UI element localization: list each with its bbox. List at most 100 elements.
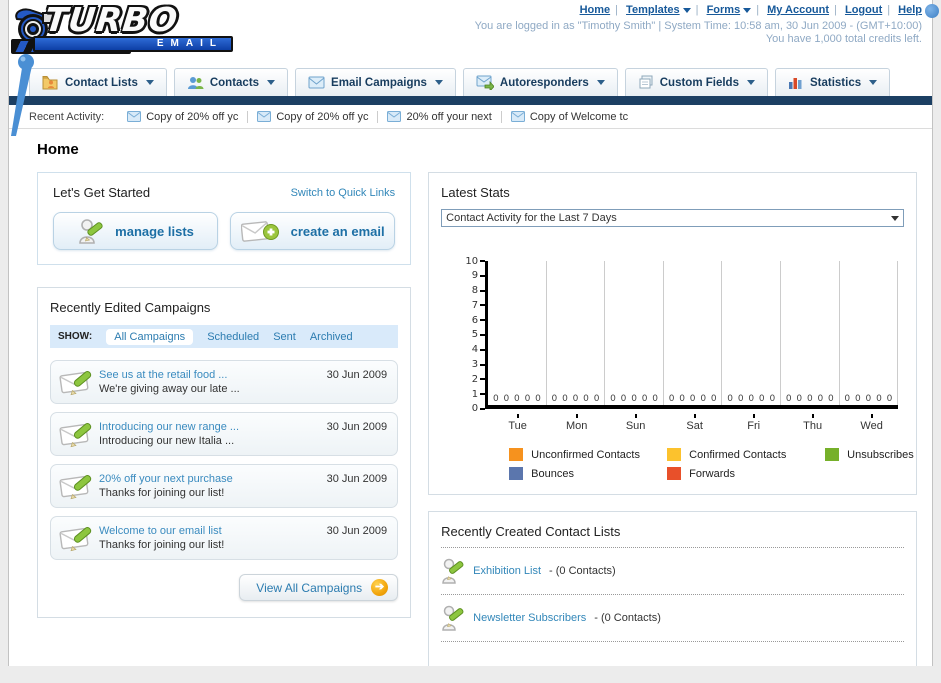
data-value-label: 0 bbox=[769, 394, 776, 404]
logo-subtitle: EMAIL bbox=[33, 36, 233, 52]
nav-link-home[interactable]: Home bbox=[580, 4, 611, 16]
legend-item: Forwards bbox=[667, 467, 825, 480]
activity-item[interactable]: Copy of 20% off yc bbox=[118, 110, 249, 123]
dotted-divider bbox=[441, 594, 904, 595]
nav-link-forms[interactable]: Forms bbox=[707, 4, 741, 16]
data-value-label: 0 bbox=[610, 394, 616, 404]
tab-email-campaigns[interactable]: Email Campaigns bbox=[295, 68, 456, 96]
activity-item[interactable]: Copy of 20% off yc bbox=[248, 110, 379, 123]
campaign-title-link[interactable]: Welcome to our email list bbox=[99, 524, 327, 538]
person-pencil-icon bbox=[441, 557, 465, 585]
nav-link-logout[interactable]: Logout bbox=[845, 4, 882, 16]
filter-scheduled[interactable]: Scheduled bbox=[207, 331, 259, 343]
envelope-pencil-icon bbox=[59, 367, 99, 397]
contact-list-count: - (0 Contacts) bbox=[549, 565, 616, 577]
x-tick-label: Sat bbox=[665, 414, 724, 432]
nav-link-help[interactable]: Help bbox=[898, 4, 922, 16]
data-value-label: 0 bbox=[737, 394, 744, 404]
arrow-right-circle-icon: ➔ bbox=[371, 579, 389, 596]
data-value-label: 0 bbox=[828, 394, 834, 404]
activity-item-label: Copy of Welcome tc bbox=[529, 110, 629, 123]
activity-item-label: Copy of 20% off yc bbox=[146, 110, 239, 123]
chart-day-group: 00000 bbox=[781, 261, 840, 405]
data-value-label: 0 bbox=[758, 394, 765, 404]
manage-lists-button[interactable]: manage lists bbox=[53, 212, 219, 250]
view-all-campaigns-button[interactable]: View All Campaigns ➔ bbox=[239, 574, 399, 601]
page-title: Home bbox=[37, 141, 79, 158]
data-value-label: 0 bbox=[631, 394, 637, 404]
data-value-label: 0 bbox=[689, 394, 696, 404]
chevron-down-icon bbox=[267, 80, 276, 85]
create-email-button[interactable]: create an email bbox=[230, 212, 396, 250]
chart-legend: Unconfirmed Contacts Confirmed Contacts Un… bbox=[509, 448, 914, 480]
x-tick-label: Fri bbox=[724, 414, 783, 432]
recent-campaigns-panel: Recently Edited Campaigns SHOW: All Camp… bbox=[37, 287, 412, 618]
campaign-filter-bar: SHOW: All Campaigns Scheduled Sent Archi… bbox=[50, 325, 399, 348]
activity-item-label: Copy of 20% off yc bbox=[276, 110, 369, 123]
data-value-label: 0 bbox=[817, 394, 824, 404]
main-nav: Contact Lists Contacts Email Campaigns A… bbox=[9, 66, 932, 96]
tab-contacts[interactable]: Contacts bbox=[173, 68, 289, 96]
chevron-down-icon bbox=[869, 80, 878, 85]
campaigns-title: Recently Edited Campaigns bbox=[50, 300, 211, 315]
data-value-label: 0 bbox=[710, 394, 717, 404]
manage-lists-label: manage lists bbox=[115, 223, 194, 239]
envelope-icon bbox=[510, 111, 525, 122]
x-tick-label: Thu bbox=[783, 414, 842, 432]
credits-info: You have 1,000 total credits left. bbox=[765, 33, 922, 45]
filter-archived[interactable]: Archived bbox=[310, 331, 353, 343]
chart-day-group: 00000 bbox=[722, 261, 782, 405]
person-pencil-icon bbox=[441, 604, 465, 632]
y-tick-label: 0 bbox=[463, 403, 486, 414]
activity-item[interactable]: Copy of Welcome tc bbox=[502, 111, 637, 123]
stats-period-select[interactable]: Contact Activity for the Last 7 Days bbox=[441, 209, 904, 227]
envelope-icon bbox=[308, 76, 325, 89]
users-icon bbox=[187, 75, 204, 90]
nav-link-templates[interactable]: Templates bbox=[626, 4, 680, 16]
envelope-arrow-icon bbox=[476, 75, 495, 93]
campaign-row[interactable]: Welcome to our email list Thanks for joi… bbox=[50, 516, 399, 560]
main-content: Home Let's Get Started Switch to Quick L… bbox=[9, 129, 932, 683]
tab-contact-lists[interactable]: Contact Lists bbox=[29, 68, 167, 96]
show-label: SHOW: bbox=[58, 331, 93, 342]
nav-link-my-account[interactable]: My Account bbox=[767, 4, 829, 16]
data-value-label: 0 bbox=[583, 394, 589, 404]
login-info: You are logged in as "Timothy Smith" | S… bbox=[474, 20, 922, 32]
contact-list-item[interactable]: Newsletter Subscribers - (0 Contacts) bbox=[441, 603, 904, 633]
envelope-icon bbox=[127, 111, 142, 122]
footer-strip bbox=[0, 666, 941, 683]
data-value-label: 0 bbox=[785, 394, 792, 404]
campaign-date: 30 Jun 2009 bbox=[326, 473, 388, 485]
campaign-row[interactable]: 20% off your next purchase Thanks for jo… bbox=[50, 464, 399, 508]
campaign-title-link[interactable]: See us at the retail food ... bbox=[99, 368, 327, 382]
campaign-row[interactable]: Introducing our new range ... Introducin… bbox=[50, 412, 399, 456]
data-value-label: 0 bbox=[593, 394, 600, 404]
contact-list-link[interactable]: Exhibition List bbox=[473, 565, 541, 577]
logo-wordmark: TURBO bbox=[43, 0, 180, 39]
chart-day-group: 00000 bbox=[488, 261, 547, 405]
tab-statistics[interactable]: Statistics bbox=[774, 68, 891, 96]
contact-list-link[interactable]: Newsletter Subscribers bbox=[473, 612, 586, 624]
campaign-title-link[interactable]: 20% off your next purchase bbox=[99, 472, 327, 486]
switch-quick-links[interactable]: Switch to Quick Links bbox=[291, 187, 396, 199]
get-started-title: Let's Get Started bbox=[53, 185, 151, 200]
pages-icon bbox=[638, 75, 654, 90]
stats-select-value: Contact Activity for the Last 7 Days bbox=[446, 212, 617, 224]
campaign-row[interactable]: See us at the retail food ... We're givi… bbox=[50, 360, 399, 404]
contact-list-item[interactable]: Exhibition List - (0 Contacts) bbox=[441, 556, 904, 586]
legend-swatch bbox=[667, 467, 682, 480]
filter-sent[interactable]: Sent bbox=[273, 331, 296, 343]
filter-all-campaigns[interactable]: All Campaigns bbox=[106, 328, 194, 345]
campaign-title-link[interactable]: Introducing our new range ... bbox=[99, 420, 327, 434]
tab-autoresponders[interactable]: Autoresponders bbox=[462, 68, 618, 96]
tab-label: Statistics bbox=[809, 76, 862, 89]
activity-item[interactable]: 20% off your next bbox=[378, 110, 502, 123]
person-pencil-icon bbox=[77, 217, 105, 245]
data-value-label: 0 bbox=[796, 394, 803, 404]
legend-swatch bbox=[509, 467, 524, 480]
x-tick-label: Wed bbox=[842, 414, 901, 432]
data-value-label: 0 bbox=[886, 394, 893, 404]
tab-custom-fields[interactable]: Custom Fields bbox=[624, 68, 768, 96]
dotted-divider bbox=[441, 641, 904, 642]
envelope-pencil-icon bbox=[59, 523, 99, 553]
